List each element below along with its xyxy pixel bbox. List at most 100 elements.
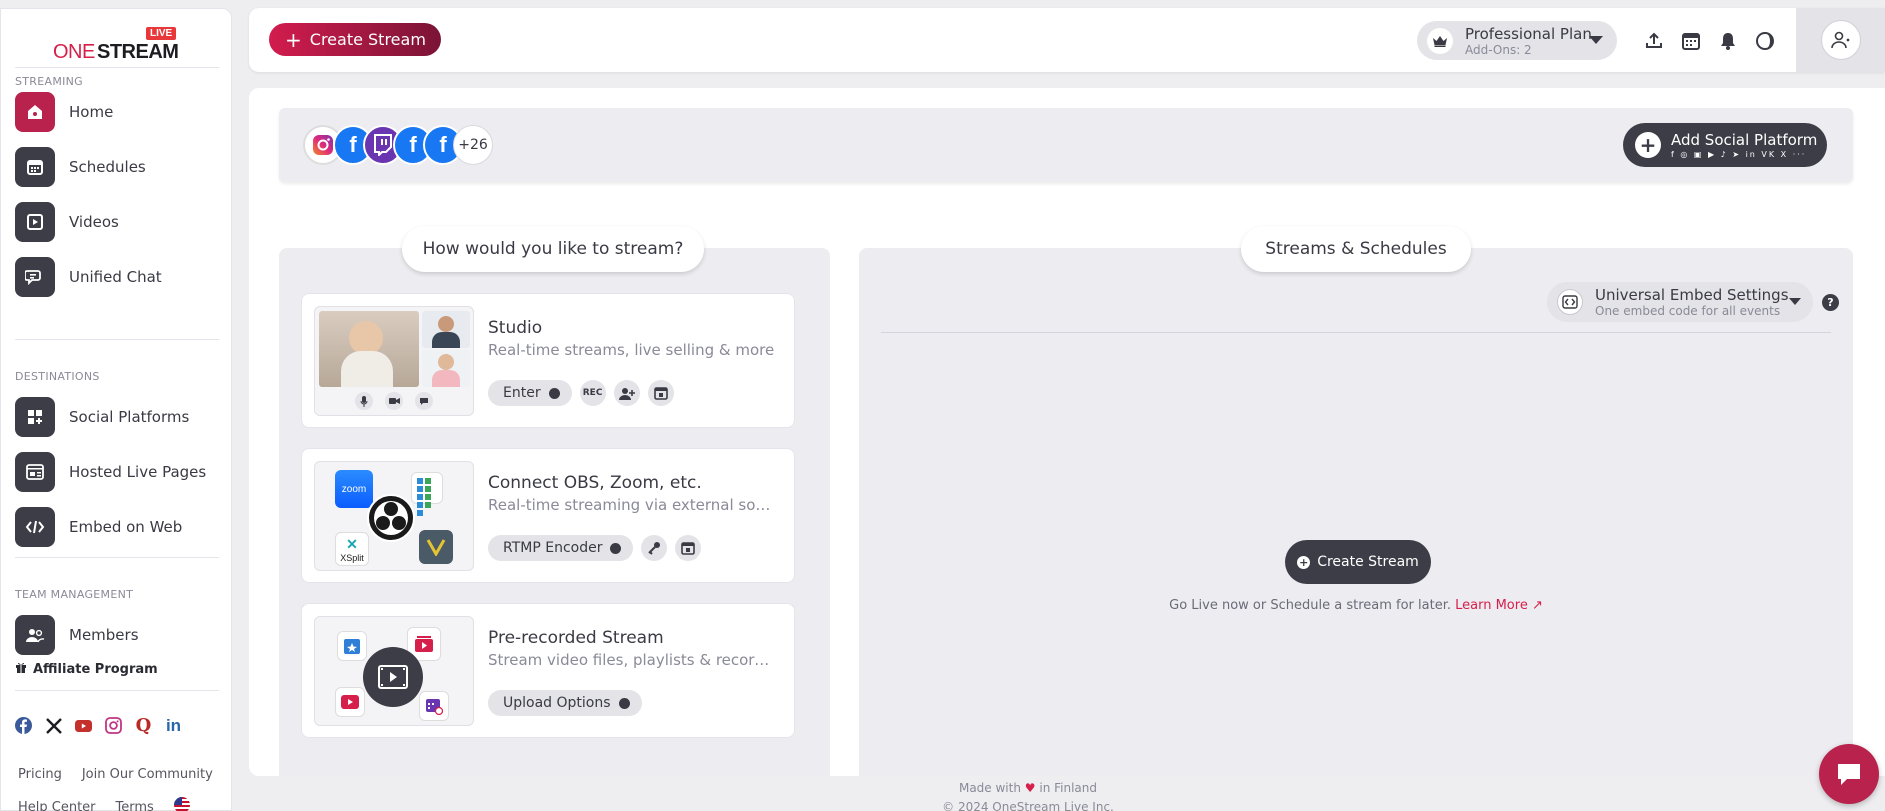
plus-icon: + xyxy=(1635,132,1661,158)
add-social-platform-button[interactable]: + Add Social Platform f ◎ ▣ ▶ ♪ ➤ in VK … xyxy=(1623,123,1827,167)
vmix-logo xyxy=(419,530,453,564)
chat-icon xyxy=(415,392,433,410)
arrow-right-icon xyxy=(610,542,622,554)
enter-label: Enter xyxy=(503,385,541,401)
footer-links-row-1: Pricing Join Our Community xyxy=(18,767,213,782)
divider xyxy=(15,67,219,68)
home-icon xyxy=(15,92,55,132)
onestream-logo[interactable]: ONE STREAM LIVE xyxy=(53,25,183,65)
youtube-upload-icon xyxy=(335,687,365,717)
facebook-icon[interactable] xyxy=(15,717,32,734)
upload-options-label: Upload Options xyxy=(503,695,611,711)
logo-text-stream: STREAM xyxy=(97,41,179,63)
pricing-link[interactable]: Pricing xyxy=(18,767,62,782)
studio-card[interactable]: Studio Real-time streams, live selling &… xyxy=(301,293,795,428)
sidebar-item-members[interactable]: Members xyxy=(15,614,219,656)
help-center-link[interactable]: Help Center xyxy=(18,800,96,811)
upload-options-button[interactable]: Upload Options xyxy=(488,690,642,716)
create-stream-button[interactable]: + Create Stream xyxy=(269,23,441,56)
divider xyxy=(15,339,219,340)
learn-more-label: Learn More xyxy=(1455,598,1528,613)
sidebar-label-members: Members xyxy=(69,626,139,644)
affiliate-program-link[interactable]: Affiliate Program xyxy=(15,661,158,677)
sidebar-label-social-platforms: Social Platforms xyxy=(69,408,190,426)
learn-more-link[interactable]: Learn More ↗ xyxy=(1455,598,1543,613)
calendar-icon[interactable] xyxy=(1679,29,1703,53)
help-icon[interactable]: ? xyxy=(1822,294,1839,311)
user-icon xyxy=(1820,20,1861,60)
arrow-right-icon xyxy=(548,387,560,399)
prerecorded-card[interactable]: Pre-recorded Stream Stream video files, … xyxy=(301,603,795,738)
linkedin-icon[interactable]: in xyxy=(165,716,182,735)
user-menu[interactable] xyxy=(1796,8,1885,72)
rtmp-encoder-button[interactable]: RTMP Encoder xyxy=(488,535,634,561)
chat-icon xyxy=(15,257,55,297)
join-community-link[interactable]: Join Our Community xyxy=(82,767,213,782)
obs-logo xyxy=(367,494,415,542)
add-guest-icon[interactable] xyxy=(613,380,640,406)
plan-selector[interactable]: Professional Plan Add-Ons: 2 xyxy=(1417,21,1617,60)
connected-platforms[interactable]: f f f +26 xyxy=(303,125,493,165)
streams-schedules-heading: Streams & Schedules xyxy=(1241,226,1471,272)
video-folder-icon xyxy=(15,202,55,242)
instagram-icon[interactable] xyxy=(105,717,122,734)
calendar-star-icon xyxy=(337,631,367,661)
grid-plus-icon xyxy=(15,397,55,437)
embed-code-icon xyxy=(1557,289,1583,315)
rtmp-encoder-label: RTMP Encoder xyxy=(503,540,603,556)
stream-methods-heading: How would you like to stream? xyxy=(402,226,704,272)
support-chat-button[interactable] xyxy=(1819,744,1879,804)
plan-addons: Add-Ons: 2 xyxy=(1465,42,1532,57)
terms-link[interactable]: Terms xyxy=(116,800,154,811)
affiliate-label: Affiliate Program xyxy=(33,661,158,677)
sidebar-item-embed-on-web[interactable]: Embed on Web xyxy=(15,506,219,548)
studio-description: Real-time streams, live selling & more xyxy=(488,341,775,359)
sidebar-item-unified-chat[interactable]: Unified Chat xyxy=(15,256,219,298)
key-icon[interactable] xyxy=(641,535,668,561)
sidebar-label-home: Home xyxy=(69,103,114,121)
more-platforms-count[interactable]: +26 xyxy=(453,125,493,165)
microphone-icon xyxy=(355,392,373,410)
dark-mode-icon[interactable] xyxy=(1753,29,1777,53)
heart-icon: ♥ xyxy=(1024,781,1036,795)
x-icon[interactable] xyxy=(45,717,62,734)
schedule-icon[interactable] xyxy=(647,380,674,406)
sidebar-item-schedules[interactable]: Schedules xyxy=(15,146,219,188)
sidebar-item-social-platforms[interactable]: Social Platforms xyxy=(15,396,219,438)
rec-icon[interactable]: REC xyxy=(579,380,606,406)
sidebar-label-embed-on-web: Embed on Web xyxy=(69,518,183,536)
calendar-clock-icon xyxy=(419,691,449,721)
streams-schedules-panel: Universal Embed Settings One embed code … xyxy=(859,248,1853,776)
create-stream-button[interactable]: + Create Stream xyxy=(1285,540,1431,584)
quora-icon[interactable]: Q xyxy=(135,715,152,736)
studio-controls xyxy=(355,392,433,410)
us-flag-icon[interactable] xyxy=(173,797,190,811)
sidebar-item-hosted-live-pages[interactable]: Hosted Live Pages xyxy=(15,451,219,493)
sidebar-item-videos[interactable]: Videos xyxy=(15,201,219,243)
grid-app-icon xyxy=(411,472,443,516)
schedule-icon[interactable] xyxy=(675,535,702,561)
xsplit-logo: ✕ XSplit xyxy=(335,532,369,566)
sidebar-label-unified-chat: Unified Chat xyxy=(69,268,162,286)
universal-embed-settings-dropdown[interactable]: Universal Embed Settings One embed code … xyxy=(1547,282,1813,322)
section-team-management: TEAM MANAGEMENT xyxy=(15,588,134,601)
sidebar-label-schedules: Schedules xyxy=(69,158,146,176)
xsplit-label: XSplit xyxy=(340,552,364,563)
embed-settings-title: Universal Embed Settings xyxy=(1595,286,1789,304)
sidebar-item-home[interactable]: Home xyxy=(15,91,219,133)
social-links: Q in xyxy=(15,715,182,736)
bell-icon[interactable] xyxy=(1716,29,1740,53)
studio-enter-button[interactable]: Enter xyxy=(488,380,572,406)
plan-name: Professional Plan xyxy=(1465,24,1592,43)
rtmp-card[interactable]: zoom ✕ XSplit Connect OBS, Zoom, etc. Rea… xyxy=(301,448,795,583)
sidebar: ONE STREAM LIVE STREAMING Home Schedules… xyxy=(0,8,232,811)
divider xyxy=(15,690,219,691)
upload-icon[interactable] xyxy=(1642,29,1666,53)
youtube-icon[interactable] xyxy=(75,717,92,734)
copyright: © 2024 OneStream Live Inc. xyxy=(942,800,1114,811)
rtmp-thumbnail: zoom ✕ XSplit xyxy=(314,461,474,571)
top-bar: + Create Stream Professional Plan Add-On… xyxy=(249,8,1885,72)
go-live-text: Go Live now or Schedule a stream for lat… xyxy=(1169,598,1451,613)
section-destinations: DESTINATIONS xyxy=(15,370,100,383)
plus-icon: + xyxy=(1297,555,1311,569)
